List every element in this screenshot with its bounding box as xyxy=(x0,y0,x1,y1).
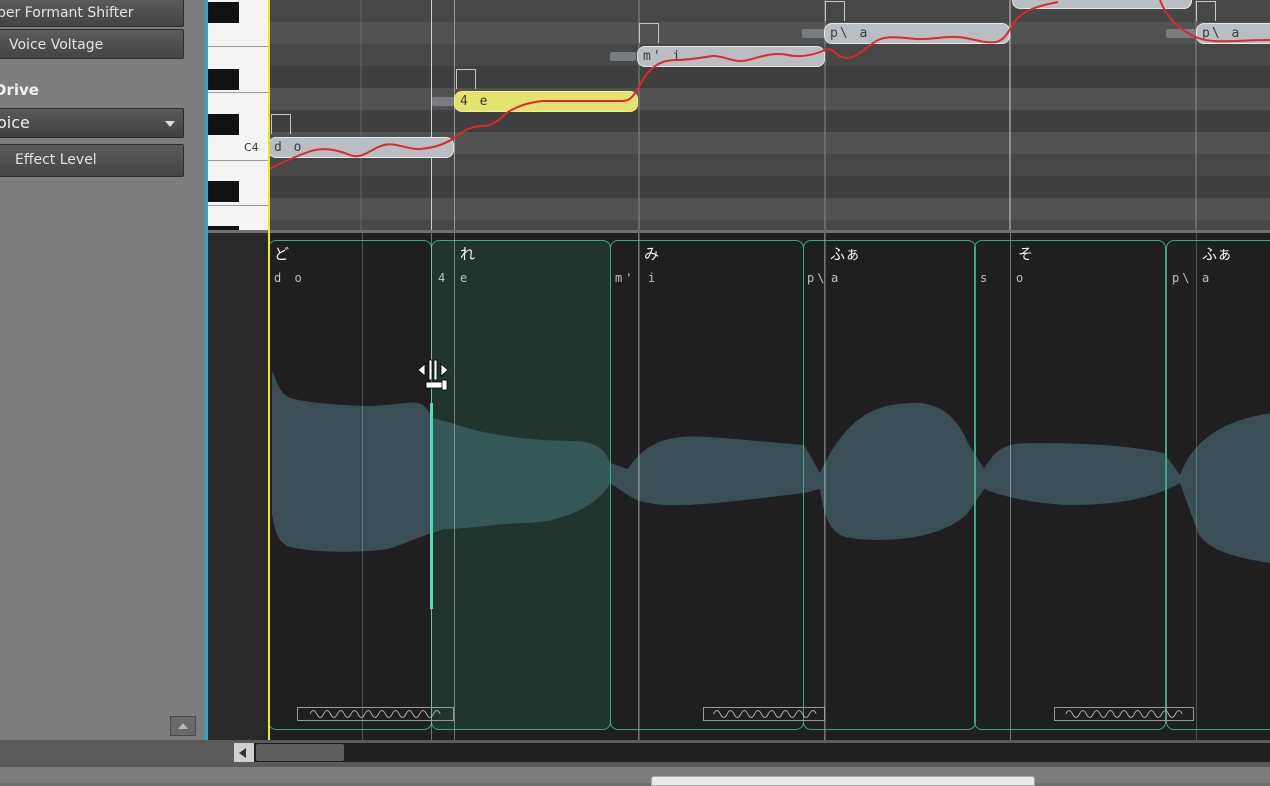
phoneme-segment[interactable] xyxy=(268,240,432,730)
phoneme-pre: m' xyxy=(615,271,636,285)
vibrato-marker[interactable] xyxy=(297,707,454,721)
black-key[interactable] xyxy=(208,226,239,230)
phoneme: e xyxy=(460,271,471,285)
horizontal-scrollbar[interactable] xyxy=(0,740,1270,767)
phoneme-pre: s xyxy=(980,271,991,285)
effect-level-label: Effect Level xyxy=(15,152,97,168)
arrow-left-icon xyxy=(239,748,246,758)
phoneme: a xyxy=(831,271,842,285)
phoneme-pre: 4 xyxy=(438,271,449,285)
playhead[interactable] xyxy=(268,0,270,745)
vibrato-wave xyxy=(309,710,441,718)
white-key-divider xyxy=(208,205,268,206)
bottom-input-field[interactable] xyxy=(651,776,1035,786)
vibrato-wave xyxy=(1065,710,1183,718)
phoneme-segment[interactable] xyxy=(803,240,976,730)
drive-section-label: Drive xyxy=(0,81,39,99)
bottom-bar xyxy=(0,767,1270,786)
collapse-panel-button[interactable] xyxy=(170,716,196,736)
black-key[interactable] xyxy=(208,69,239,90)
phoneme-segment[interactable] xyxy=(1166,240,1270,730)
scrollbar-thumb[interactable] xyxy=(256,744,344,761)
left-panel: per Formant Shifter Voice Voltage Drive … xyxy=(0,0,205,740)
voice-dropdown[interactable]: oice xyxy=(0,108,184,138)
phoneme-segment-selected[interactable] xyxy=(431,240,611,730)
formant-shifter-button[interactable]: per Formant Shifter xyxy=(0,0,184,27)
piano-keyboard[interactable]: C4 xyxy=(208,0,268,230)
white-key-divider xyxy=(208,46,268,47)
phoneme: i xyxy=(648,271,659,285)
phoneme-pre: p\ xyxy=(1172,271,1193,285)
phoneme-pre: p\ xyxy=(807,271,828,285)
phoneme: a xyxy=(1202,271,1213,285)
resize-horizontal-cursor-icon xyxy=(417,359,449,391)
piano-roll[interactable]: d o 4 e m' i p\ a p\ a xyxy=(268,0,1270,230)
black-key[interactable] xyxy=(208,181,239,202)
phoneme: o xyxy=(1016,271,1027,285)
pitch-curve-line xyxy=(268,1,1059,171)
vibrato-marker[interactable] xyxy=(1054,707,1194,721)
pitch-curve xyxy=(268,0,1270,171)
pitch-curve-line xyxy=(1159,0,1270,43)
lyric: ふぁ xyxy=(830,245,861,263)
voice-dropdown-value: oice xyxy=(0,113,30,132)
scrollbar-track[interactable] xyxy=(234,743,1270,762)
formant-shifter-label: per Formant Shifter xyxy=(0,5,134,21)
phoneme-segment[interactable] xyxy=(610,240,804,730)
note-boundary[interactable] xyxy=(454,233,455,740)
black-key[interactable] xyxy=(208,2,239,23)
phoneme: d o xyxy=(274,271,305,285)
scroll-left-button[interactable] xyxy=(234,743,254,762)
lyric: ふぁ xyxy=(1202,245,1233,263)
effect-level-button[interactable]: Effect Level xyxy=(0,144,184,177)
white-key-divider xyxy=(208,92,268,93)
c4-label: C4 xyxy=(244,141,259,154)
lyric: み xyxy=(644,245,660,263)
vibrato-marker[interactable] xyxy=(703,707,825,721)
waveform-editor[interactable]: ど れ み ふぁ そ ふぁ d o 4 e m' i p\ a s o p\ a xyxy=(208,233,1270,740)
note-boundary[interactable] xyxy=(824,233,825,740)
phoneme-segment[interactable] xyxy=(974,240,1166,730)
lyric: れ xyxy=(460,245,476,263)
voice-voltage-button[interactable]: Voice Voltage xyxy=(0,29,184,59)
drag-boundary-line[interactable] xyxy=(430,403,433,609)
note-boundary[interactable] xyxy=(638,233,639,740)
voice-voltage-label: Voice Voltage xyxy=(9,37,104,53)
triangle-up-icon xyxy=(178,723,188,729)
lyric: ど xyxy=(274,245,290,263)
vibrato-wave xyxy=(713,710,817,718)
white-key-divider xyxy=(208,160,268,161)
chevron-down-icon xyxy=(165,121,175,127)
black-key[interactable] xyxy=(208,114,239,135)
lyric: そ xyxy=(1018,245,1034,263)
